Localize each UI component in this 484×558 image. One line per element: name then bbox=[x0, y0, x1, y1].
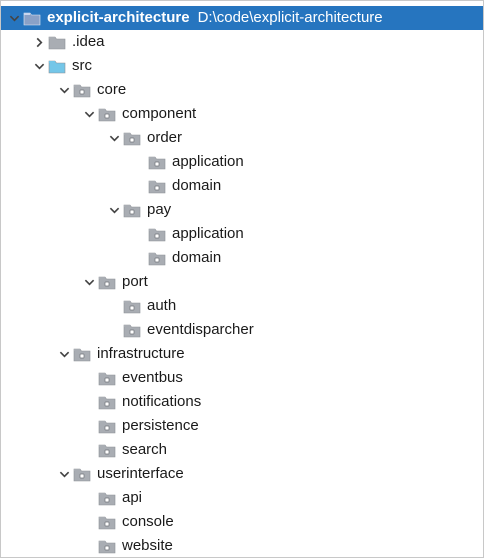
tree-node-label: infrastructure bbox=[97, 345, 185, 362]
package-icon bbox=[148, 174, 168, 198]
tree-node-notifications[interactable]: notifications bbox=[1, 390, 483, 414]
package-icon bbox=[98, 414, 118, 438]
source-folder-icon bbox=[48, 54, 68, 78]
tree-node-domain[interactable]: domain bbox=[1, 246, 483, 270]
package-icon bbox=[123, 318, 143, 342]
tree-node-website[interactable]: website bbox=[1, 534, 483, 557]
tree-node-port[interactable]: port bbox=[1, 270, 483, 294]
package-icon bbox=[123, 198, 143, 222]
tree-node-label: auth bbox=[147, 297, 177, 314]
package-icon bbox=[148, 222, 168, 246]
tree-node-api[interactable]: api bbox=[1, 486, 483, 510]
tree-node-console[interactable]: console bbox=[1, 510, 483, 534]
tree-node-pay[interactable]: pay bbox=[1, 198, 483, 222]
tree-node-label: component bbox=[122, 105, 197, 122]
tree-node-search[interactable]: search bbox=[1, 438, 483, 462]
tree-node-explicit-architecture[interactable]: explicit-architecture D:\code\explicit-ar… bbox=[1, 6, 483, 30]
tree-node-application[interactable]: application bbox=[1, 222, 483, 246]
package-icon bbox=[98, 486, 118, 510]
chevron-down-icon[interactable] bbox=[55, 342, 73, 366]
tree-node-label: notifications bbox=[122, 393, 202, 410]
tree-node-label: port bbox=[122, 273, 148, 290]
tree-node-infrastructure[interactable]: infrastructure bbox=[1, 342, 483, 366]
tree-node-label: search bbox=[122, 441, 168, 458]
tree-node-label: domain bbox=[172, 177, 222, 194]
chevron-down-icon[interactable] bbox=[105, 198, 123, 222]
tree-node-label: userinterface bbox=[97, 465, 184, 482]
tree-node-label: website bbox=[122, 537, 173, 554]
package-icon bbox=[98, 510, 118, 534]
package-icon bbox=[98, 390, 118, 414]
package-icon bbox=[98, 366, 118, 390]
tree-node-component[interactable]: component bbox=[1, 102, 483, 126]
tree-node-label: explicit-architecture bbox=[47, 9, 190, 26]
package-icon bbox=[123, 294, 143, 318]
package-icon bbox=[98, 438, 118, 462]
tree-node-label: core bbox=[97, 81, 127, 98]
folder-icon bbox=[48, 30, 68, 54]
tree-node-eventbus[interactable]: eventbus bbox=[1, 366, 483, 390]
package-icon bbox=[98, 270, 118, 294]
tree-node-userinterface[interactable]: userinterface bbox=[1, 462, 483, 486]
tree-node-order[interactable]: order bbox=[1, 126, 483, 150]
tree-node-auth[interactable]: auth bbox=[1, 294, 483, 318]
project-tree-panel: explicit-architecture D:\code\explicit-ar… bbox=[0, 0, 484, 558]
tree-node-label: application bbox=[172, 153, 244, 170]
tree-node-label: domain bbox=[172, 249, 222, 266]
tree-node-idea[interactable]: .idea bbox=[1, 30, 483, 54]
package-icon bbox=[123, 126, 143, 150]
tree-node-label: application bbox=[172, 225, 244, 242]
tree-node-path: D:\code\explicit-architecture bbox=[197, 9, 383, 26]
tree-node-label: pay bbox=[147, 201, 172, 218]
chevron-down-icon[interactable] bbox=[80, 270, 98, 294]
chevron-down-icon[interactable] bbox=[5, 6, 23, 30]
package-icon bbox=[148, 150, 168, 174]
chevron-down-icon[interactable] bbox=[30, 54, 48, 78]
tree-node-persistence[interactable]: persistence bbox=[1, 414, 483, 438]
tree-node-core[interactable]: core bbox=[1, 78, 483, 102]
chevron-right-icon[interactable] bbox=[30, 30, 48, 54]
package-icon bbox=[73, 462, 93, 486]
chevron-down-icon[interactable] bbox=[80, 102, 98, 126]
tree-node-application[interactable]: application bbox=[1, 150, 483, 174]
chevron-down-icon[interactable] bbox=[105, 126, 123, 150]
package-icon bbox=[98, 534, 118, 557]
tree-node-label: eventdisparcher bbox=[147, 321, 254, 338]
module-folder-icon bbox=[23, 6, 43, 30]
chevron-down-icon[interactable] bbox=[55, 78, 73, 102]
package-icon bbox=[73, 342, 93, 366]
tree-node-label: src bbox=[72, 57, 92, 74]
package-icon bbox=[148, 246, 168, 270]
tree-node-src[interactable]: src bbox=[1, 54, 483, 78]
tree-node-label: persistence bbox=[122, 417, 199, 434]
tree-node-label: .idea bbox=[72, 33, 105, 50]
chevron-down-icon[interactable] bbox=[55, 462, 73, 486]
tree-node-eventdisparcher[interactable]: eventdisparcher bbox=[1, 318, 483, 342]
tree-node-label: order bbox=[147, 129, 183, 146]
tree-node-domain[interactable]: domain bbox=[1, 174, 483, 198]
tree-node-label: console bbox=[122, 513, 174, 530]
package-icon bbox=[73, 78, 93, 102]
tree-node-label: api bbox=[122, 489, 143, 506]
tree-node-label: eventbus bbox=[122, 369, 183, 386]
package-icon bbox=[98, 102, 118, 126]
